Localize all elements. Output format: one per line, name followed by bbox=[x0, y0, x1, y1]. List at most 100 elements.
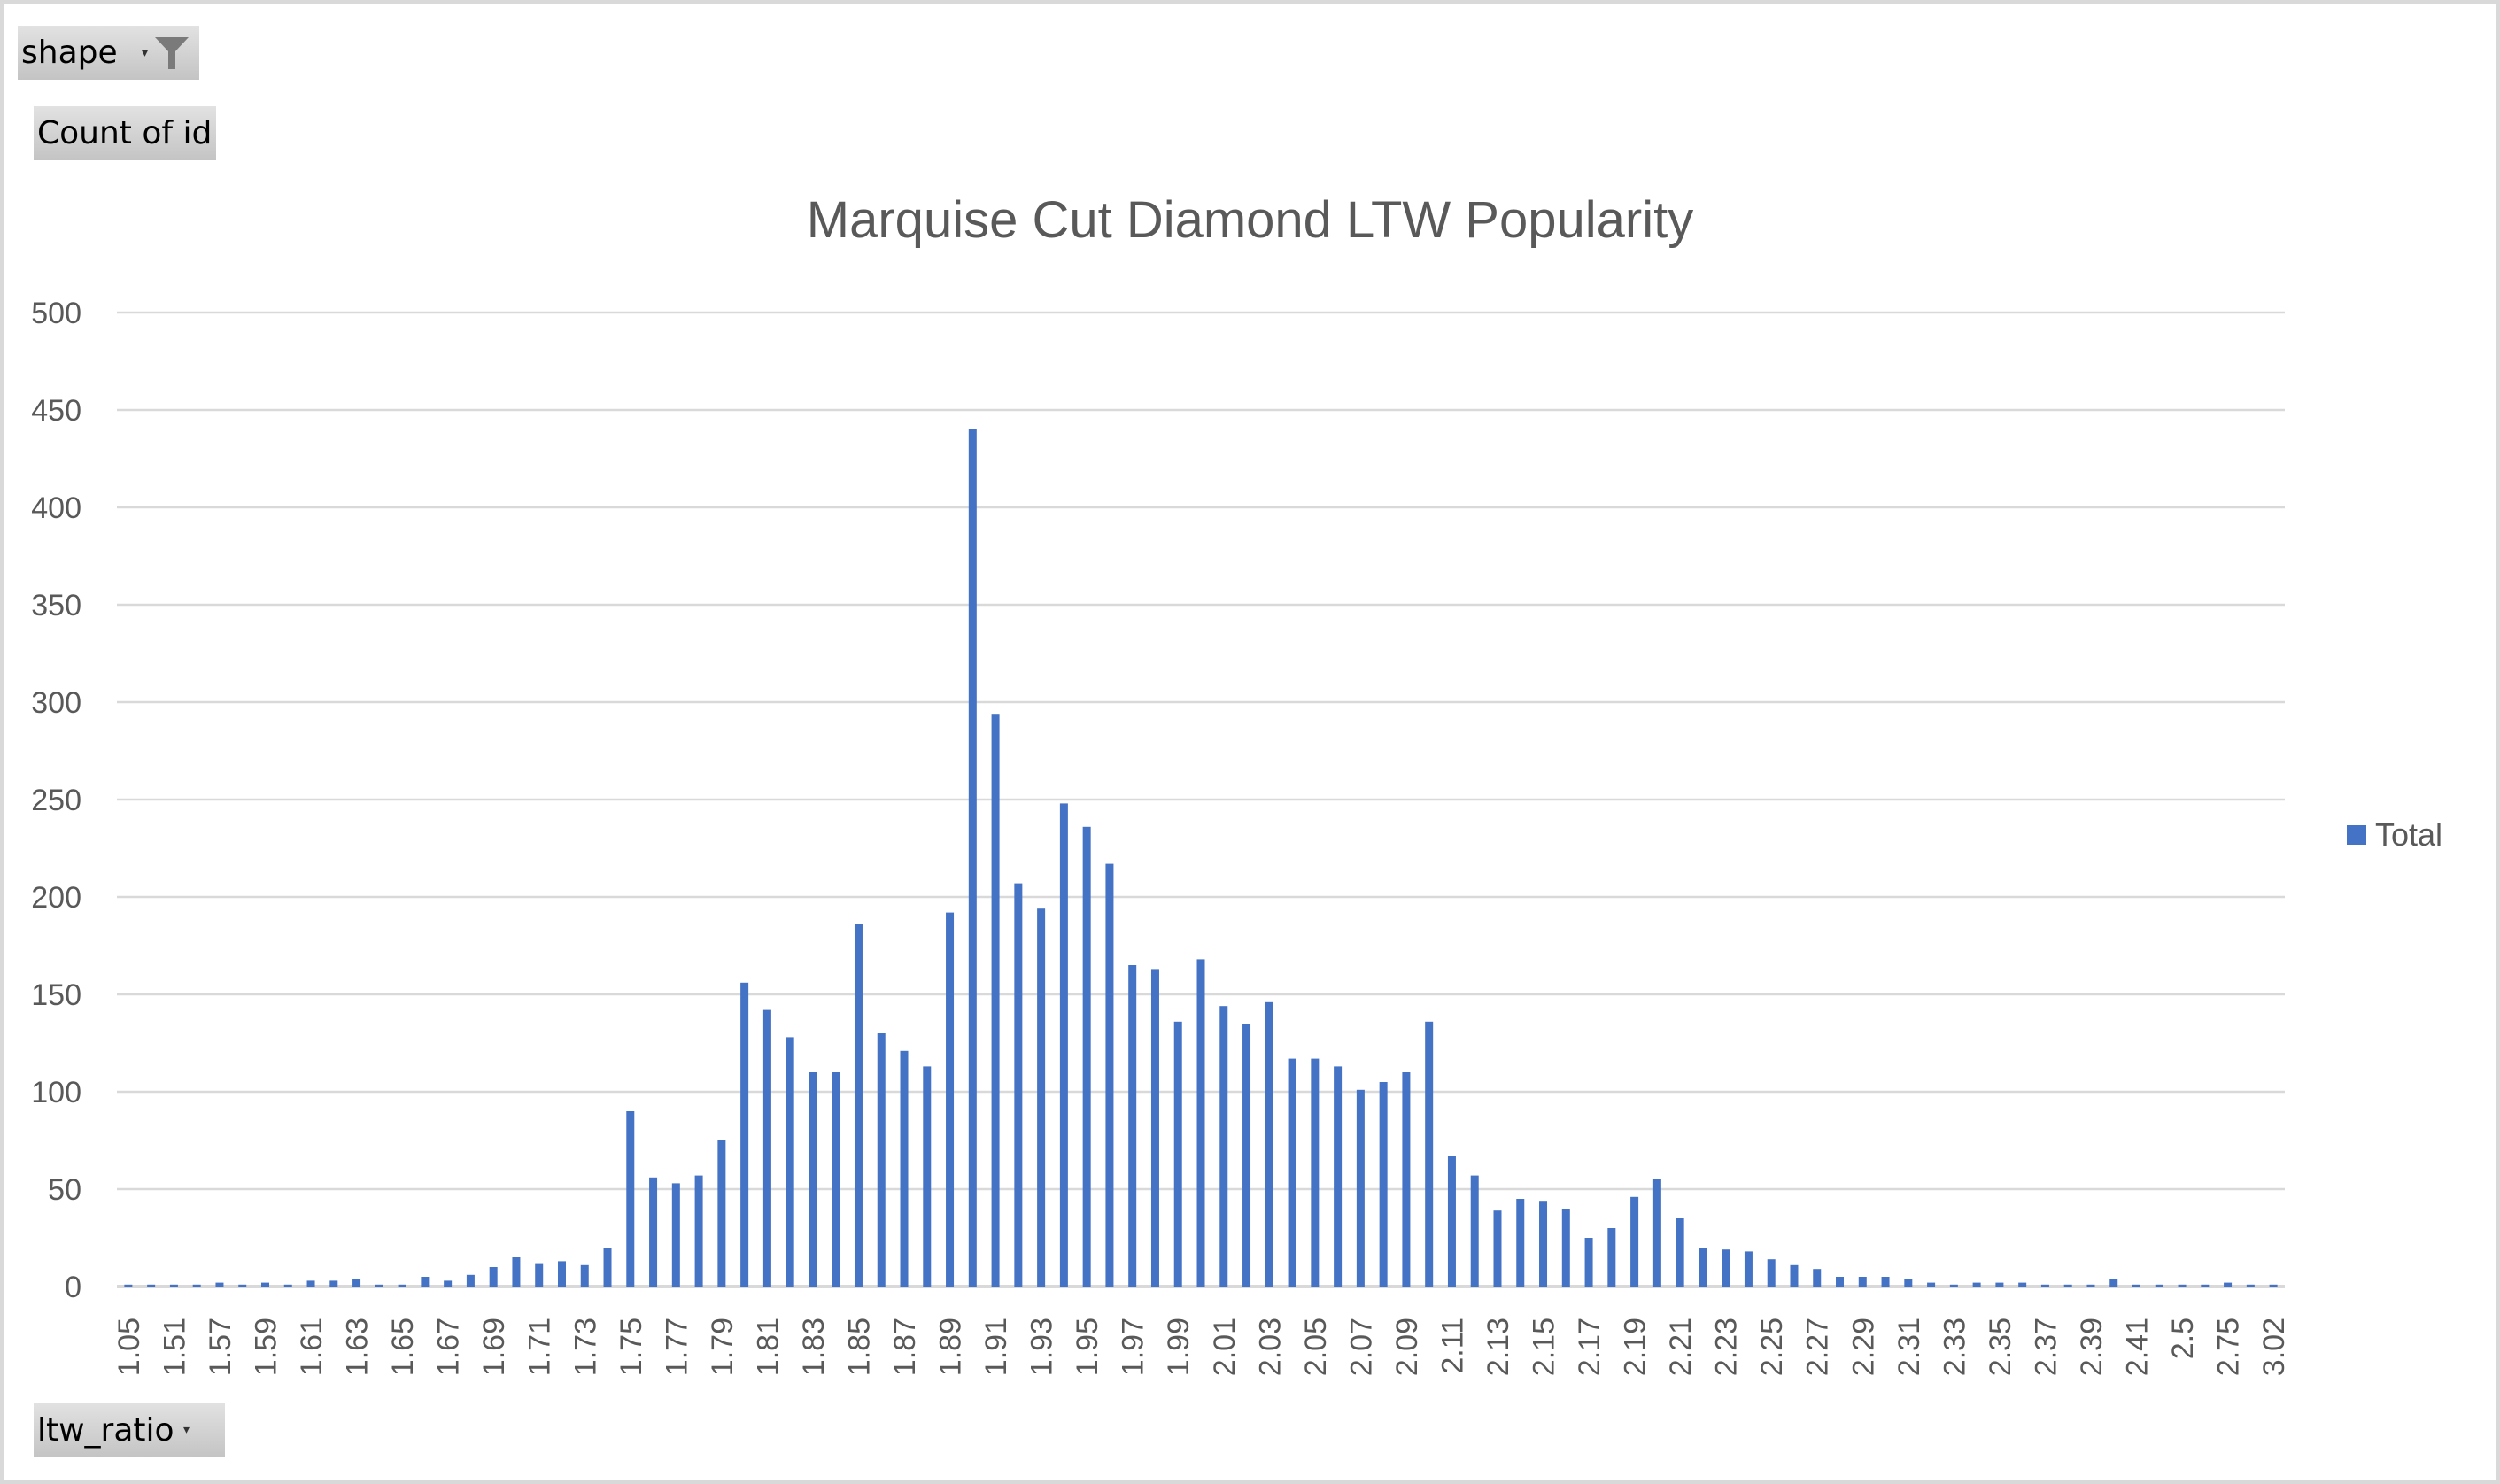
x-tick-label: 2.11 bbox=[1436, 1318, 1469, 1374]
y-tick-label: 200 bbox=[31, 881, 81, 915]
bar bbox=[1128, 965, 1137, 1287]
bar bbox=[1356, 1089, 1365, 1287]
x-tick-label: 2.07 bbox=[1344, 1318, 1378, 1376]
x-tick-label: 1.73 bbox=[569, 1318, 602, 1376]
bar bbox=[1014, 883, 1023, 1287]
bar bbox=[1105, 863, 1114, 1287]
bar bbox=[809, 1072, 817, 1287]
x-tick-label: 2.25 bbox=[1755, 1318, 1789, 1376]
bar bbox=[2109, 1279, 2118, 1287]
x-tick-label: 1.79 bbox=[706, 1318, 739, 1376]
bar bbox=[329, 1280, 338, 1287]
x-tick-label: 1.61 bbox=[295, 1318, 329, 1376]
y-tick-label: 300 bbox=[31, 686, 81, 720]
bar bbox=[1082, 826, 1091, 1287]
bar bbox=[923, 1066, 932, 1287]
x-tick-label: 2.75 bbox=[2212, 1318, 2246, 1376]
x-tick-label: 2.23 bbox=[1710, 1318, 1744, 1376]
bar bbox=[1059, 803, 1068, 1287]
x-tick-label: 1.95 bbox=[1071, 1318, 1104, 1376]
bar bbox=[421, 1277, 430, 1287]
bar bbox=[2201, 1284, 2210, 1287]
bar bbox=[877, 1033, 886, 1287]
x-tick-label: 1.05 bbox=[112, 1318, 146, 1376]
bar bbox=[1858, 1277, 1867, 1287]
x-axis-ticks: 1.05 1.51 1.57 1.59 1.61 1.63 1.65 1.67 1.69 1.71… bbox=[112, 1318, 2291, 1376]
bar bbox=[169, 1284, 178, 1287]
bar bbox=[215, 1282, 224, 1287]
bar bbox=[854, 924, 863, 1287]
x-tick-label: 2.5 bbox=[2166, 1318, 2200, 1359]
bar bbox=[1493, 1210, 1502, 1287]
bar bbox=[1037, 908, 1046, 1287]
y-tick-label: 450 bbox=[31, 394, 81, 428]
bar bbox=[1402, 1072, 1411, 1287]
bar bbox=[1813, 1269, 1822, 1287]
bar bbox=[1470, 1175, 1479, 1287]
bar bbox=[398, 1284, 406, 1287]
x-tick-label: 1.75 bbox=[615, 1318, 648, 1376]
bar bbox=[283, 1284, 292, 1287]
bar bbox=[147, 1284, 156, 1287]
bar bbox=[1881, 1277, 1890, 1287]
bar bbox=[1265, 1001, 1273, 1287]
bar bbox=[2269, 1284, 2278, 1287]
bar bbox=[1334, 1066, 1343, 1287]
bar bbox=[1196, 959, 1205, 1287]
bar bbox=[946, 912, 955, 1287]
bar bbox=[968, 429, 977, 1287]
bar bbox=[1630, 1196, 1639, 1287]
bar bbox=[2246, 1284, 2255, 1287]
y-tick-label: 150 bbox=[31, 978, 81, 1012]
bar bbox=[1790, 1264, 1799, 1287]
bar bbox=[1607, 1228, 1616, 1287]
bar bbox=[2224, 1282, 2233, 1287]
bar bbox=[557, 1261, 566, 1287]
bar bbox=[1767, 1259, 1776, 1287]
bar bbox=[1927, 1282, 1936, 1287]
bar bbox=[762, 1009, 771, 1287]
bar bbox=[603, 1248, 612, 1287]
bar bbox=[626, 1111, 635, 1287]
x-tick-label: 1.51 bbox=[158, 1318, 191, 1376]
bar bbox=[991, 714, 1000, 1287]
x-tick-label: 2.03 bbox=[1253, 1318, 1287, 1376]
bars bbox=[124, 429, 2278, 1287]
y-tick-label: 50 bbox=[48, 1173, 81, 1207]
bar bbox=[1949, 1284, 1958, 1287]
x-tick-label: 1.69 bbox=[477, 1318, 511, 1376]
x-tick-label: 2.13 bbox=[1482, 1318, 1515, 1376]
bar bbox=[2155, 1284, 2163, 1287]
legend: Total bbox=[2347, 816, 2442, 854]
x-tick-label: 1.91 bbox=[979, 1318, 1013, 1376]
bar bbox=[1584, 1238, 1593, 1287]
x-tick-label: 2.27 bbox=[1801, 1318, 1835, 1376]
y-tick-label: 400 bbox=[31, 491, 81, 525]
bar bbox=[786, 1037, 794, 1287]
bar bbox=[1447, 1156, 1456, 1287]
bar bbox=[900, 1050, 909, 1287]
x-tick-label: 1.93 bbox=[1026, 1318, 1059, 1376]
x-tick-label: 1.71 bbox=[523, 1318, 557, 1376]
x-tick-label: 2.17 bbox=[1573, 1318, 1606, 1376]
x-tick-label: 1.65 bbox=[386, 1318, 420, 1376]
x-tick-label: 1.85 bbox=[842, 1318, 876, 1376]
x-tick-label: 2.39 bbox=[2075, 1318, 2109, 1376]
x-tick-label: 1.63 bbox=[341, 1318, 375, 1376]
bar bbox=[580, 1264, 589, 1287]
bar bbox=[694, 1175, 703, 1287]
bar bbox=[2018, 1282, 2027, 1287]
bar bbox=[2132, 1284, 2141, 1287]
bar bbox=[1722, 1249, 1730, 1287]
bar bbox=[1311, 1058, 1320, 1287]
x-tick-label: 2.41 bbox=[2121, 1318, 2155, 1376]
y-axis-ticks: 0 50 100 150 200 250 300 350 400 450 500 bbox=[31, 297, 81, 1304]
x-tick-label: 1.83 bbox=[797, 1318, 831, 1376]
bar bbox=[238, 1284, 247, 1287]
bar bbox=[2040, 1284, 2049, 1287]
bar bbox=[1425, 1021, 1434, 1287]
bar bbox=[375, 1284, 383, 1287]
bar bbox=[1904, 1279, 1913, 1287]
x-tick-label: 2.05 bbox=[1299, 1318, 1333, 1376]
x-tick-label: 2.01 bbox=[1208, 1318, 1242, 1376]
